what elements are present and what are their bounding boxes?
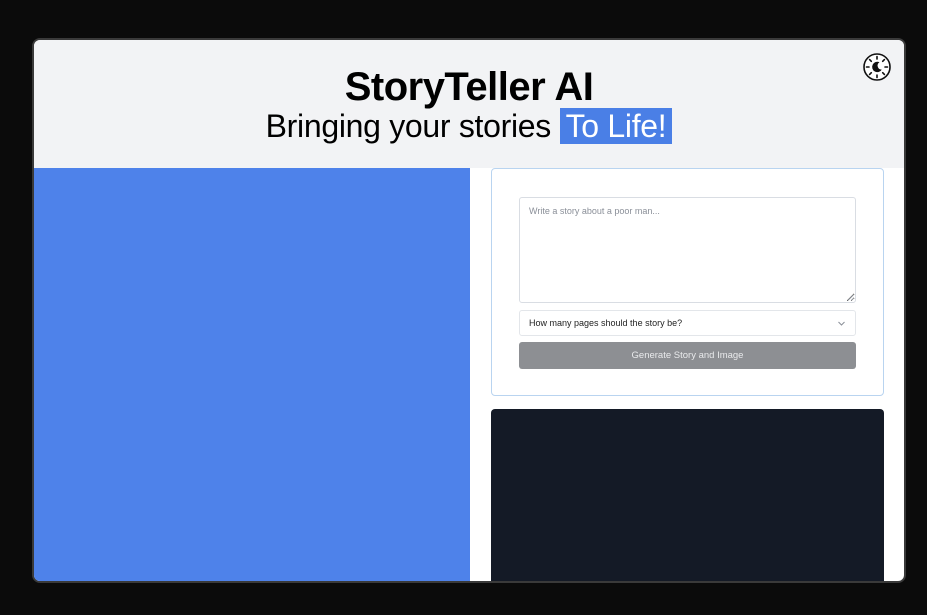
story-form: How many pages should the story be? Gene… [491,168,884,396]
subtitle-highlight: To Life! [559,108,673,144]
pages-select[interactable]: How many pages should the story be? [519,310,856,336]
illustration-panel [34,168,470,581]
page-title: StoryTeller AI [344,65,594,109]
pages-select-value: How many pages should the story be? [529,318,683,328]
theme-toggle-button[interactable] [862,52,892,82]
story-prompt-input[interactable] [519,197,856,303]
app-window: StoryTeller AI Bringing your stories To … [32,38,906,583]
theme-toggle-icon [863,53,891,81]
subtitle-text: Bringing your stories [265,108,552,144]
chevron-down-icon [838,321,845,326]
generate-story-button[interactable]: Generate Story and Image [519,342,856,369]
page-subtitle: Bringing your stories To Life! [34,106,904,146]
header: StoryTeller AI Bringing your stories To … [34,40,904,168]
resize-grip-icon[interactable] [847,294,854,301]
story-output-panel [491,409,884,581]
